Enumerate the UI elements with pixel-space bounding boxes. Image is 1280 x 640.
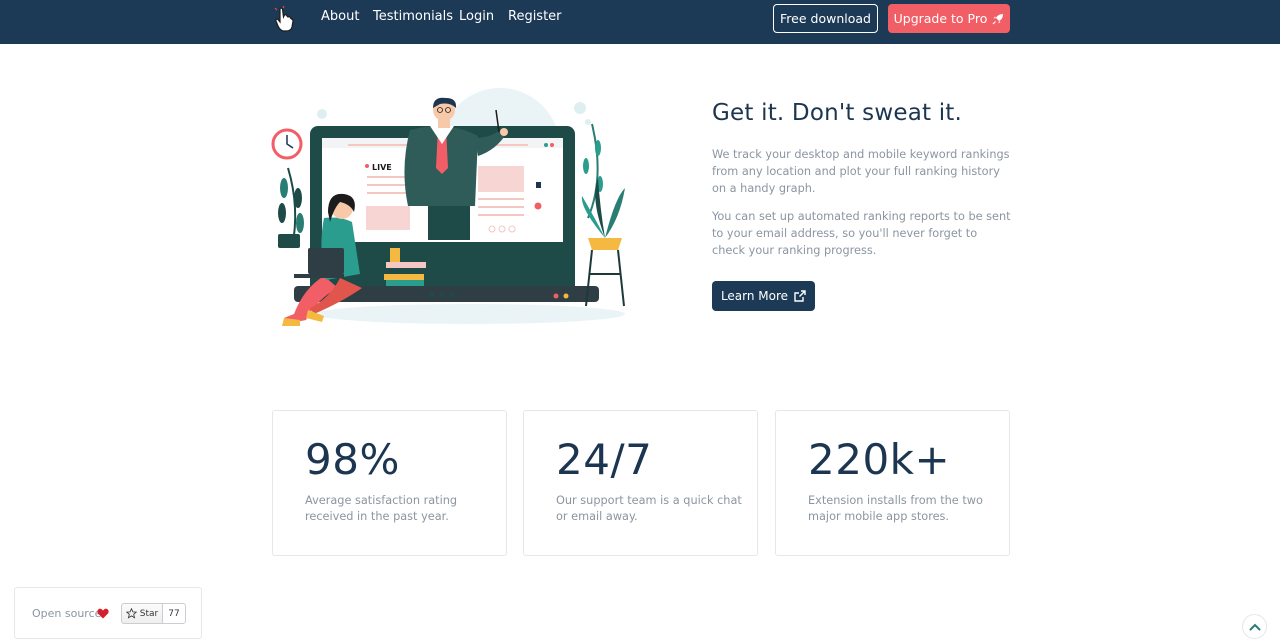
scroll-to-top-button[interactable] (1242, 614, 1267, 639)
github-star-count[interactable]: 77 (162, 603, 186, 624)
star-label: Star (139, 608, 159, 619)
external-link-icon (794, 290, 806, 302)
navbar: About Testimonials Login Register Free d… (0, 0, 1280, 44)
hero-paragraph-1: We track your desktop and mobile keyword… (712, 148, 1010, 195)
stat-card-installs: 220k+ Extension installs from the two ma… (775, 410, 1010, 556)
learn-more-label: Learn More (720, 289, 789, 303)
stat-card-satisfaction: 98% Average satisfaction rating received… (272, 410, 507, 556)
open-source-badge: Open source Star 77 (14, 587, 202, 639)
clock-icon (271, 128, 303, 160)
upgrade-pro-button[interactable]: Upgrade to Pro (888, 4, 1010, 33)
plant-right-illustration (581, 123, 625, 307)
heart-icon (97, 608, 109, 619)
nav-testimonials[interactable]: Testimonials (373, 9, 453, 24)
illustration-floor-shadow (315, 304, 625, 324)
stat-description: Extension installs from the two major mo… (808, 494, 983, 523)
open-source-label: Open source (32, 607, 102, 620)
hero-illustration: LIVE (271, 88, 625, 326)
rocket-icon (992, 13, 1004, 24)
github-star-button[interactable]: Star (121, 603, 163, 624)
stat-value: 98% (305, 435, 400, 484)
free-download-label: Free download (780, 11, 871, 26)
upgrade-pro-label: Upgrade to Pro (893, 11, 988, 26)
star-icon (125, 608, 137, 619)
stat-value: 220k+ (808, 435, 951, 484)
hero-paragraph-2: You can set up automated ranking reports… (712, 210, 1011, 257)
nav-register[interactable]: Register (508, 9, 562, 24)
nav-about[interactable]: About (321, 9, 359, 24)
learn-more-button[interactable]: Learn More (712, 281, 815, 311)
hero-title: Get it. Don't sweat it. (712, 100, 963, 126)
stat-value: 24/7 (556, 435, 653, 484)
nav-login[interactable]: Login (459, 9, 494, 24)
chevron-up-icon (1249, 623, 1260, 630)
hand-pointer-icon[interactable] (272, 6, 296, 32)
free-download-button[interactable]: Free download (773, 4, 878, 33)
stat-description: Average satisfaction rating received in … (305, 494, 458, 523)
stat-description: Our support team is a quick chat or emai… (556, 494, 742, 523)
live-label: LIVE (372, 163, 392, 172)
stat-card-support: 24/7 Our support team is a quick chat or… (523, 410, 758, 556)
